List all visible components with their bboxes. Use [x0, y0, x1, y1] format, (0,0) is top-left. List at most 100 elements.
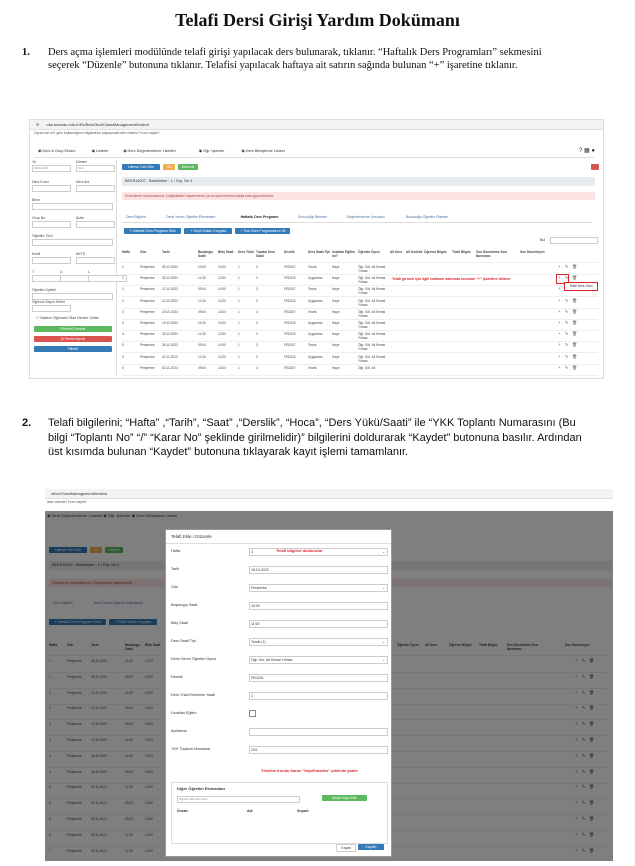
filter-input[interactable] — [32, 305, 71, 312]
table-row[interactable]: 2 Perşembe 12.10.2023 11:00 12:00 1 3 FED242 Uyg… — [122, 297, 598, 309]
plus-icon[interactable]: + — [558, 286, 561, 291]
user-icon[interactable]: ● — [591, 148, 595, 154]
trash-icon[interactable]: 🗑 — [572, 309, 577, 314]
filter-input[interactable] — [32, 239, 113, 246]
close-modal-button[interactable]: Kapat — [336, 844, 356, 852]
edit-icon[interactable]: ✎ — [565, 320, 568, 325]
edit-icon[interactable]: ✎ — [565, 264, 568, 269]
filter-label: AKTS — [76, 252, 86, 256]
filter-input[interactable]: 2023-2024 — [32, 165, 71, 172]
edit-icon[interactable]: ✎ — [565, 342, 568, 347]
filter-input[interactable] — [76, 257, 115, 264]
table-row[interactable]: 5 Perşembe 26.10.2023 09:00 10:00 1 3 FED207 Teo… — [122, 341, 598, 354]
calendar-icon[interactable]: ▦ — [584, 148, 590, 154]
filter-input[interactable] — [32, 185, 71, 192]
filter-label: Ders Adı — [76, 180, 90, 184]
edit-icon[interactable]: ✎ — [565, 309, 568, 314]
table-cell: 19.10.2023 — [162, 309, 178, 314]
trash-icon[interactable]: 🗑 — [572, 342, 577, 347]
topnav-item[interactable]: ◉ Ders Değerlendirme Listeleri — [123, 148, 175, 153]
form-field-input[interactable]: 10:00 — [249, 602, 388, 610]
trash-icon[interactable]: 🗑 — [572, 354, 577, 359]
tab-item[interactable]: Ders Bilgileri — [126, 215, 146, 219]
help-icon[interactable]: ? — [579, 148, 582, 154]
table-row[interactable]: 3 Perşembe 19.10.2023 09:00 10:00 1 3 FED207 Teo… — [122, 308, 598, 320]
filter-button[interactable]: Filtreleri Temizle — [34, 326, 112, 332]
search-input[interactable] — [550, 237, 598, 244]
tab-item[interactable]: Değerlendirme Unsurları — [347, 215, 385, 219]
filter-input[interactable] — [32, 257, 71, 264]
form-field-input[interactable]: Öğr. Gör. Ali Kemal Yılmaz ⌄ — [249, 656, 388, 664]
reload-icon[interactable]: ⟳ — [36, 122, 39, 127]
table-row[interactable]: 1 Perşembe 05.10.2023 10:00 12:00 1 3 FED207 Teo… — [122, 263, 598, 275]
plus-icon[interactable]: + — [558, 331, 561, 336]
edit-icon[interactable]: ✎ — [565, 331, 568, 336]
form-field-input[interactable]: Teorik (1) ⌄ — [249, 638, 388, 646]
trash-icon[interactable]: 🗑 — [572, 264, 577, 269]
table-row[interactable]: 3 Perşembe 19.10.2023 11:00 12:00 1 3 FED242 Uyg… — [122, 319, 598, 331]
tab-item[interactable]: Dersi Veren Öğretim Elemanları — [166, 215, 215, 219]
column-header: Tarih — [162, 250, 170, 254]
save-modal-button[interactable]: Kaydet — [358, 844, 384, 850]
tab-button[interactable]: + Seçili Kalları Kopyala — [184, 228, 233, 234]
plus-icon[interactable]: + — [558, 342, 561, 347]
action-button[interactable]: Sil — [163, 164, 175, 170]
filter-input[interactable] — [32, 221, 71, 228]
form-field-input[interactable]: FED201 — [249, 674, 388, 682]
topnav-item[interactable]: ◉ Öğr. İşlemler — [199, 148, 225, 153]
plus-icon[interactable]: + — [558, 354, 561, 359]
table-cell: 09:00 — [198, 287, 206, 292]
form-field-input[interactable]: 1 — [249, 692, 388, 700]
form-field-input[interactable]: Perşembe ⌄ — [249, 584, 388, 592]
table-cell: Perşembe — [140, 354, 155, 359]
table-row[interactable]: 6 Perşembe 02.11.2023 09:00 10:00 1 3 FED207 Teo… — [122, 364, 598, 376]
edit-icon[interactable]: ✎ — [565, 365, 568, 370]
form-field-input[interactable]: 11:00 — [249, 620, 388, 628]
add-instructor-button[interactable]: Seçili Kişiyi Ekle — [322, 795, 367, 801]
topnav-item[interactable]: ◉ Ders Birleştirme Listesi — [241, 148, 284, 153]
edit-icon[interactable]: ✎ — [565, 298, 568, 303]
tab-item[interactable]: Sonuç/Ağı Birimler — [298, 215, 327, 219]
tab-button[interactable]: + Haftalık Ders Programı Ekle — [124, 228, 182, 234]
trash-icon[interactable]: 🗑 — [572, 320, 577, 325]
plus-icon[interactable]: + — [558, 365, 561, 370]
table-cell: 1 — [238, 265, 240, 269]
filter-checkbox-label[interactable]: ☐ Sadece Öğrencisi Olan Dersler Gelsin — [36, 316, 99, 320]
filter-input[interactable]: Güz — [76, 165, 115, 172]
trash-icon[interactable]: 🗑 — [572, 275, 577, 280]
table-row[interactable]: 1 Perşembe 05.10.2023 11:00 12:00 1 3 FED242 Uyg… — [122, 274, 598, 287]
trash-icon[interactable]: 🗑 — [572, 331, 577, 336]
form-field-input[interactable] — [249, 728, 388, 736]
tab-item[interactable]: Haftalık Ders Programı — [241, 215, 279, 219]
table-row[interactable]: 2 Perşembe 12.10.2023 09:00 10:00 1 3 FED207 Teo… — [122, 285, 598, 298]
table-row[interactable]: 5 Perşembe 02.11.2023 11:00 12:00 1 3 FED242 Uyg… — [122, 353, 598, 365]
filter-button[interactable]: Filtrele — [34, 346, 112, 352]
plus-icon[interactable]: + — [558, 309, 561, 314]
filter-input[interactable] — [76, 221, 115, 228]
close-button[interactable] — [591, 164, 599, 170]
topnav-item[interactable]: ◉ Listeler — [92, 148, 109, 153]
form-field-input[interactable]: 22/1 — [249, 746, 388, 754]
form-field-input[interactable]: 18.10.2023 — [249, 566, 388, 574]
remote-checkbox[interactable] — [249, 710, 256, 717]
plus-icon[interactable]: + — [558, 298, 561, 303]
table-cell: Hayır — [332, 265, 340, 269]
trash-icon[interactable]: 🗑 — [572, 298, 577, 303]
browser-address-bar[interactable]: ofice/ClassManagement/Index# — [45, 489, 613, 499]
table-row[interactable]: 4 Perşembe 26.10.2023 11:00 12:00 1 3 FED242 Uyg… — [122, 330, 598, 343]
instructor-search-input[interactable]: Öğretim Elemanı Ara... — [177, 796, 300, 803]
tab-item[interactable]: Bazadağa Öğretim Planları — [406, 215, 448, 219]
plus-icon[interactable]: + — [558, 320, 561, 325]
action-button[interactable]: Düzenle — [178, 164, 198, 170]
filter-input[interactable] — [32, 293, 113, 300]
filter-input[interactable] — [76, 185, 115, 192]
filter-input[interactable] — [32, 203, 113, 210]
trash-icon[interactable]: 🗑 — [572, 365, 577, 370]
edit-icon[interactable]: ✎ — [565, 354, 568, 359]
topnav-item[interactable]: ◉ Ders & Grup Ekranı — [38, 148, 76, 153]
browser-address-bar[interactable]: ⟳ obs.batman.edu.tr/Ek/BelsOkul/ClassMan… — [30, 120, 603, 130]
plus-icon[interactable]: + — [558, 264, 561, 269]
tab-button[interactable]: + Tüm Ders Programlarını Sil — [235, 228, 291, 234]
action-button[interactable]: Listeye Geri Dön — [122, 164, 160, 170]
filter-button[interactable]: Şi Temsil Ayrıntı — [34, 336, 112, 342]
